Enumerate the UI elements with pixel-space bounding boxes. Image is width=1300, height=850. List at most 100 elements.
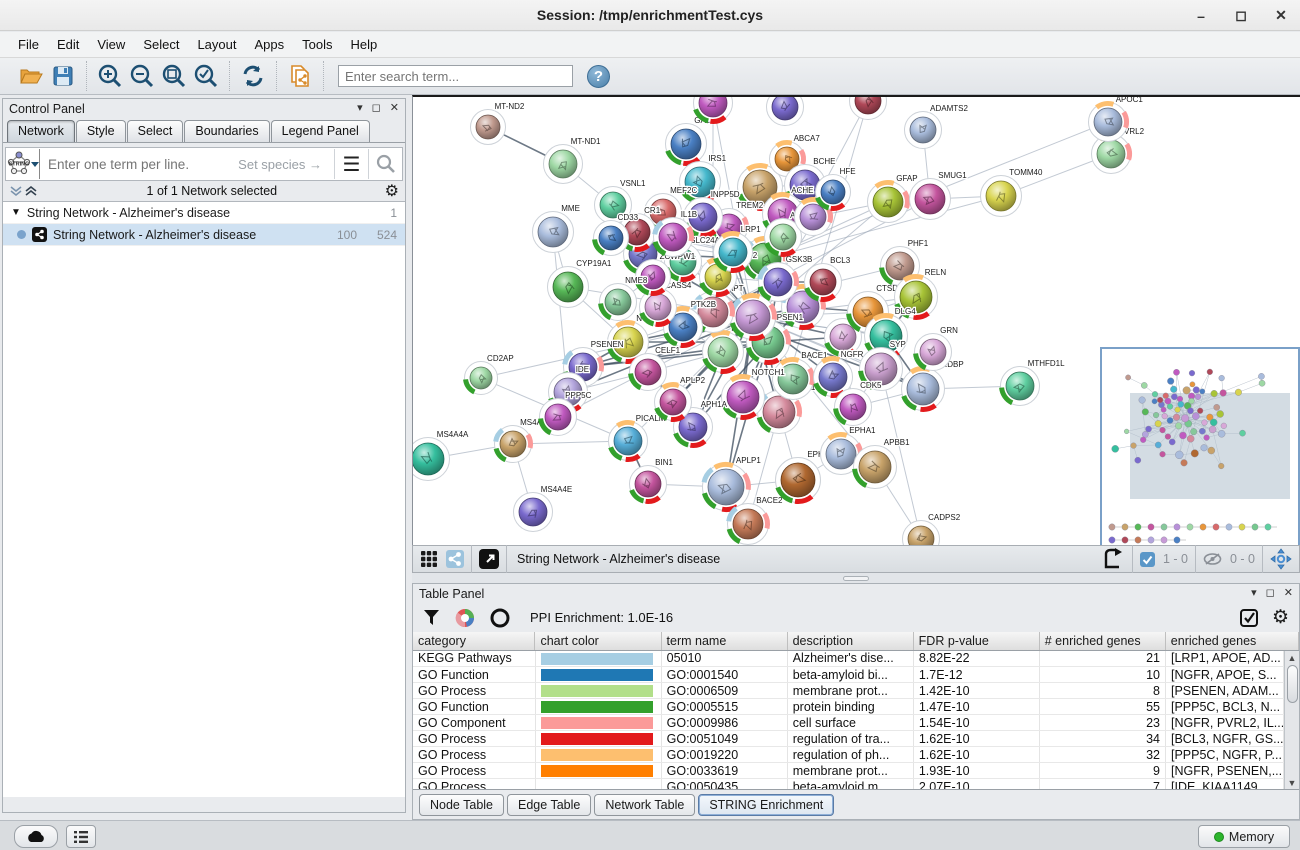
network-view-canvas[interactable]: MT-ND2MT-ND1VSNL1GAB2IRS1CHATABCA7BCHEAC…: [412, 95, 1300, 545]
select-rows-checkbox-icon[interactable]: [1240, 609, 1258, 627]
filter-icon[interactable]: [423, 609, 440, 627]
table-row[interactable]: GO ProcessGO:0051049regulation of tra...…: [413, 731, 1284, 747]
column-header[interactable]: enriched genes: [1165, 632, 1298, 650]
tab-boundaries[interactable]: Boundaries: [184, 120, 269, 142]
network-row-selected[interactable]: String Network - Alzheimer's disease 100…: [3, 224, 405, 246]
table-row[interactable]: GO ProcessGO:0019220regulation of ph...1…: [413, 747, 1284, 763]
copy-network-icon[interactable]: [287, 63, 313, 89]
share-view-icon[interactable]: [446, 550, 464, 568]
ring-chart-icon[interactable]: [490, 608, 510, 628]
grid-mode-icon[interactable]: [420, 550, 438, 568]
set-species-label[interactable]: Set species →: [238, 157, 322, 172]
network-node[interactable]: CADPS2: [903, 513, 961, 545]
table-row[interactable]: GO ComponentGO:0009986cell surface1.54E-…: [413, 715, 1284, 731]
network-node[interactable]: APBB1: [854, 438, 911, 489]
table-row[interactable]: GO ProcessGO:0050435beta-amyloid m...2.0…: [413, 779, 1284, 790]
table-row[interactable]: KEGG Pathways05010Alzheimer's dise...8.8…: [413, 651, 1284, 667]
search-input[interactable]: [338, 65, 573, 87]
memory-button[interactable]: Memory: [1198, 825, 1290, 848]
zoom-selected-icon[interactable]: [193, 63, 219, 89]
menu-file[interactable]: File: [10, 34, 47, 55]
column-header[interactable]: # enriched genes: [1039, 632, 1165, 650]
menu-apps[interactable]: Apps: [247, 34, 293, 55]
menu-help[interactable]: Help: [343, 34, 386, 55]
column-header[interactable]: description: [787, 632, 913, 650]
menu-tools[interactable]: Tools: [294, 34, 340, 55]
collapse-all-icon[interactable]: [9, 185, 24, 197]
network-collection-row[interactable]: ▼ String Network - Alzheimer's disease 1: [3, 202, 405, 224]
network-node[interactable]: NAE1: [767, 97, 814, 126]
network-node[interactable]: PICALM: [609, 414, 666, 461]
table-scrollbar[interactable]: ▲ ▼: [1284, 651, 1299, 790]
open-file-icon[interactable]: [18, 63, 44, 89]
menu-select[interactable]: Select: [135, 34, 187, 55]
scroll-down-icon[interactable]: ▼: [1288, 776, 1297, 790]
panel-close-icon[interactable]: ✕: [1284, 588, 1293, 599]
column-header[interactable]: chart color: [535, 632, 661, 650]
horizontal-splitter[interactable]: [412, 573, 1300, 583]
network-node[interactable]: BIN1: [630, 458, 674, 503]
close-button[interactable]: ✕: [1272, 7, 1290, 25]
network-node[interactable]: MT-ND2: [471, 102, 525, 145]
network-node[interactable]: SMUG1: [910, 171, 968, 220]
task-list-button[interactable]: [66, 825, 96, 848]
network-options-gear-icon[interactable]: ⚙: [385, 181, 399, 201]
birdseye-viewport[interactable]: [1130, 393, 1290, 499]
table-row[interactable]: GO FunctionGO:0001540beta-amyloid bi...1…: [413, 667, 1284, 683]
chart-settings-icon[interactable]: [454, 607, 476, 629]
scrollbar-thumb[interactable]: [1287, 665, 1298, 703]
table-row[interactable]: GO ProcessGO:0006509membrane prot...1.42…: [413, 683, 1284, 699]
menu-edit[interactable]: Edit: [49, 34, 87, 55]
menu-layout[interactable]: Layout: [189, 34, 244, 55]
network-node[interactable]: MS4A4E: [514, 485, 573, 532]
panel-float-icon[interactable]: ◻: [372, 103, 381, 114]
string-options-icon[interactable]: ☰: [334, 149, 368, 179]
tree-expand-icon[interactable]: ▼: [11, 207, 21, 218]
table-row[interactable]: GO FunctionGO:0005515protein binding1.47…: [413, 699, 1284, 715]
help-icon[interactable]: ?: [587, 65, 610, 88]
expand-all-icon[interactable]: [24, 185, 39, 197]
tab-node-table[interactable]: Node Table: [419, 794, 504, 816]
table-row[interactable]: GO ProcessGO:0033619membrane prot...1.93…: [413, 763, 1284, 779]
tab-style[interactable]: Style: [76, 120, 126, 142]
tab-select[interactable]: Select: [127, 120, 184, 142]
network-node[interactable]: APLP1: [703, 456, 762, 511]
zoom-out-icon[interactable]: [129, 63, 155, 89]
tab-legend-panel[interactable]: Legend Panel: [271, 120, 370, 142]
zoom-fit-icon[interactable]: [161, 63, 187, 89]
panel-close-icon[interactable]: ✕: [390, 103, 399, 114]
birds-eye-view[interactable]: [1100, 347, 1300, 545]
table-settings-gear-icon[interactable]: ⚙: [1272, 608, 1289, 627]
cloud-button[interactable]: [14, 825, 58, 848]
tab-network-table[interactable]: Network Table: [594, 794, 695, 816]
menu-view[interactable]: View: [89, 34, 133, 55]
network-node[interactable]: ADAMTS2: [905, 104, 969, 149]
string-logo-icon[interactable]: STRING: [6, 149, 40, 179]
network-node[interactable]: SORT1: [694, 97, 748, 123]
string-search-icon[interactable]: [368, 149, 402, 179]
string-query-input[interactable]: [40, 157, 238, 172]
tab-edge-table[interactable]: Edge Table: [507, 794, 591, 816]
network-node[interactable]: MS4A4A: [413, 430, 469, 481]
panel-menu-icon[interactable]: ▾: [1251, 588, 1257, 599]
network-node[interactable]: PPP5C: [540, 391, 592, 436]
network-node[interactable]: MME: [533, 204, 580, 253]
open-in-window-icon[interactable]: [479, 549, 499, 569]
network-node[interactable]: MTHFD1L: [1001, 359, 1066, 406]
export-network-icon[interactable]: [1103, 548, 1125, 570]
save-session-icon[interactable]: [50, 63, 76, 89]
scroll-up-icon[interactable]: ▲: [1288, 651, 1297, 665]
panel-float-icon[interactable]: ◻: [1266, 588, 1275, 599]
navigator-cross-icon[interactable]: [1270, 548, 1292, 570]
selected-count-checkbox-icon[interactable]: [1140, 552, 1155, 567]
column-header[interactable]: category: [413, 632, 535, 650]
refresh-icon[interactable]: [240, 63, 266, 89]
column-header[interactable]: term name: [661, 632, 787, 650]
column-header[interactable]: FDR p-value: [913, 632, 1039, 650]
tab-string-enrichment[interactable]: STRING Enrichment: [698, 794, 834, 816]
network-node[interactable]: MT-ND1: [544, 137, 602, 184]
tab-network[interactable]: Network: [7, 120, 75, 142]
maximize-button[interactable]: ◻: [1232, 7, 1250, 25]
zoom-in-icon[interactable]: [97, 63, 123, 89]
panel-menu-icon[interactable]: ▾: [357, 103, 363, 114]
